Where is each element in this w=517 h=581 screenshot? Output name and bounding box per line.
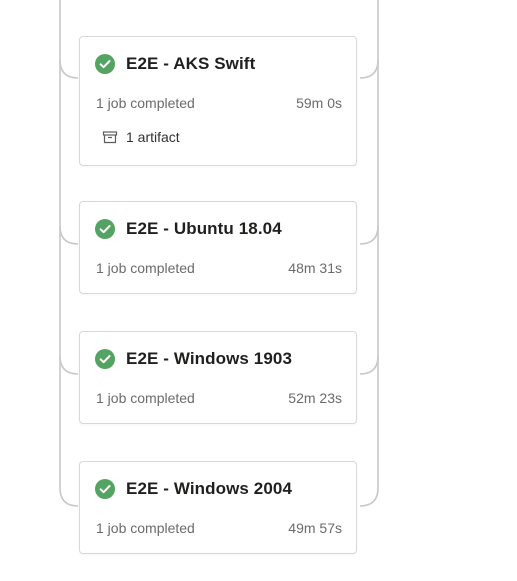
jobs-status: 1 job completed [96, 390, 195, 406]
connector-left-top [59, 0, 79, 79]
check-circle-icon [95, 54, 115, 74]
stage-title: E2E - Windows 1903 [126, 349, 293, 368]
check-circle-icon [95, 219, 115, 239]
connector-right-1 [359, 60, 379, 245]
stage-header: E2E - Windows 1903 [95, 349, 292, 369]
jobs-status: 1 job completed [96, 95, 195, 111]
stage-meta: 1 job completed 52m 23s [96, 390, 342, 406]
stage-header: E2E - AKS Swift [95, 54, 255, 74]
connector-left-3 [59, 356, 79, 507]
stage-meta: 1 job completed 59m 0s [96, 95, 342, 111]
connector-left-2 [59, 226, 79, 375]
stage-duration: 59m 0s [296, 95, 342, 111]
check-circle-icon [95, 349, 115, 369]
connector-right-top [359, 0, 379, 79]
stage-title: E2E - AKS Swift [126, 54, 256, 73]
stage-header: E2E - Ubuntu 18.04 [95, 219, 282, 239]
connector-right-3 [359, 356, 379, 507]
stage-duration: 48m 31s [288, 260, 342, 276]
jobs-status: 1 job completed [96, 260, 195, 276]
artifact-box-icon [102, 131, 118, 144]
stage-header: E2E - Windows 2004 [95, 479, 292, 499]
stage-duration: 52m 23s [288, 390, 342, 406]
stage-title: E2E - Windows 2004 [126, 479, 293, 498]
artifact-link[interactable]: 1 artifact [102, 129, 180, 145]
stage-meta: 1 job completed 48m 31s [96, 260, 342, 276]
stage-card-ubuntu-1804[interactable]: E2E - Ubuntu 18.04 1 job completed 48m 3… [79, 201, 357, 294]
stage-card-windows-1903[interactable]: E2E - Windows 1903 1 job completed 52m 2… [79, 331, 357, 424]
stage-card-aks-swift[interactable]: E2E - AKS Swift 1 job completed 59m 0s 1… [79, 36, 357, 166]
connector-left-1 [59, 60, 79, 245]
stage-meta: 1 job completed 49m 57s [96, 520, 342, 536]
stage-duration: 49m 57s [288, 520, 342, 536]
connector-right-2 [359, 226, 379, 375]
artifact-count: 1 artifact [126, 129, 180, 145]
stage-card-windows-2004[interactable]: E2E - Windows 2004 1 job completed 49m 5… [79, 461, 357, 554]
stage-title: E2E - Ubuntu 18.04 [126, 219, 282, 238]
jobs-status: 1 job completed [96, 520, 195, 536]
check-circle-icon [95, 479, 115, 499]
